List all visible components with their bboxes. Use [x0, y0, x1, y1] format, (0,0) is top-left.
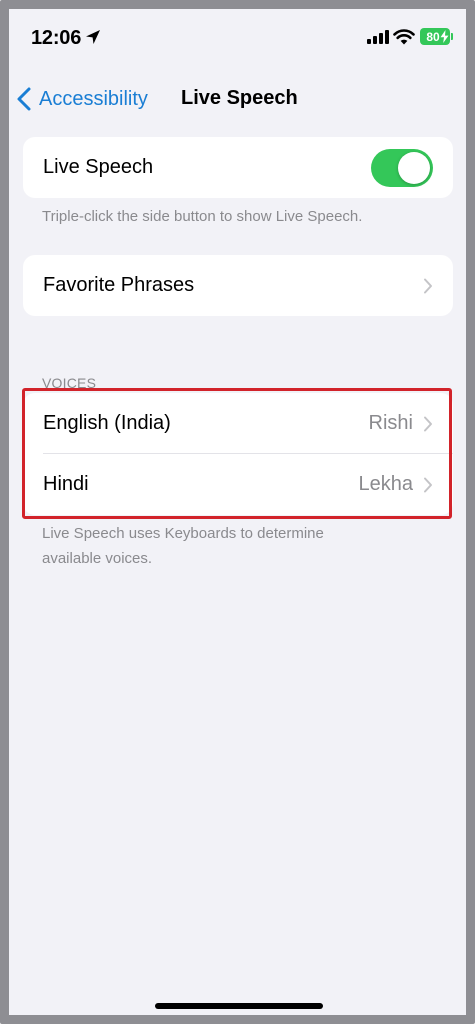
favorite-phrases-card: Favorite Phrases: [23, 255, 453, 316]
voice-row-hindi[interactable]: Hindi Lekha: [23, 454, 453, 515]
phone-screen: 12:06 80 Accessibility Live Speech Live …: [0, 0, 475, 1024]
voice-language-label: English (India): [43, 412, 171, 434]
live-speech-footnote: Triple-click the side button to show Liv…: [42, 208, 363, 225]
voices-card: English (India) Rishi Hindi Lekha: [23, 393, 453, 515]
toggle-knob: [398, 151, 430, 184]
chevron-right-icon: [424, 278, 432, 293]
battery-icon: 80: [420, 28, 450, 45]
live-speech-row: Live Speech: [23, 137, 453, 198]
voice-name-value: Rishi: [368, 412, 413, 434]
favorite-phrases-row[interactable]: Favorite Phrases: [23, 255, 453, 316]
voice-language-label: Hindi: [43, 473, 89, 495]
voices-footnote: Live Speech uses Keyboards to determine …: [42, 525, 324, 567]
battery-cap: [451, 33, 453, 40]
cellular-signal-icon: [367, 30, 389, 44]
location-arrow-icon: [86, 30, 100, 44]
live-speech-toggle[interactable]: [371, 148, 433, 187]
page-title: Live Speech: [181, 87, 298, 109]
favorite-phrases-label: Favorite Phrases: [43, 274, 195, 296]
voice-name-value: Lekha: [358, 473, 414, 495]
back-button-label: Accessibility: [39, 87, 148, 110]
charging-bolt-icon: [440, 30, 449, 43]
live-speech-label: Live Speech: [43, 156, 154, 178]
voices-section-header: VOICES: [42, 375, 97, 391]
chevron-right-icon: [424, 416, 432, 431]
status-bar: 12:06 80: [9, 9, 466, 69]
battery-level: 80: [426, 29, 440, 44]
home-indicator[interactable]: [155, 1003, 323, 1009]
voice-row-english-india[interactable]: English (India) Rishi: [23, 393, 453, 454]
chevron-right-icon: [424, 477, 432, 492]
back-chevron-icon: [17, 87, 31, 111]
live-speech-card: Live Speech: [23, 137, 453, 198]
back-button[interactable]: Accessibility: [14, 83, 148, 115]
status-time: 12:06: [31, 27, 82, 49]
wifi-icon: [393, 29, 415, 45]
